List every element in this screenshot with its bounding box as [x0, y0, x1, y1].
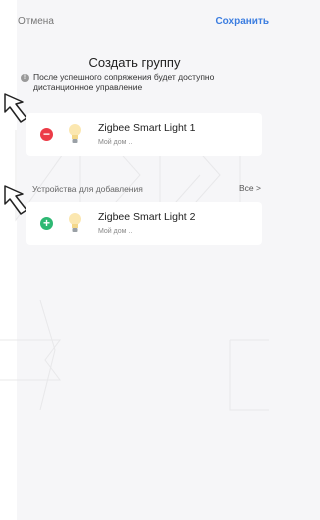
info-notice: ! После успешного сопряжения будет досту… — [21, 72, 257, 92]
create-group-screen: Отмена Сохранить Создать группу ! После … — [0, 0, 269, 520]
available-devices-label: Устройства для добавления — [32, 184, 143, 194]
group-device-card: − Zigbee Smart Light 1 Мой дом .. — [26, 113, 262, 156]
light-bulb-icon — [69, 124, 81, 143]
remove-device-button[interactable]: − — [40, 128, 53, 141]
page-title: Создать группу — [88, 55, 181, 70]
top-bar: Отмена Сохранить — [0, 0, 269, 40]
show-all-link[interactable]: Все > — [239, 183, 261, 193]
device-location: Мой дом .. — [98, 228, 133, 235]
info-text: После успешного сопряжения будет доступн… — [33, 72, 215, 92]
available-device-card: + Zigbee Smart Light 2 Мой дом .. — [26, 202, 262, 245]
device-location: Мой дом .. — [98, 139, 133, 146]
save-button[interactable]: Сохранить — [215, 16, 269, 27]
device-name: Zigbee Smart Light 1 — [98, 122, 196, 134]
cancel-button[interactable]: Отмена — [18, 16, 54, 27]
info-icon: ! — [21, 74, 29, 82]
device-name: Zigbee Smart Light 2 — [98, 211, 196, 223]
add-device-button[interactable]: + — [40, 217, 53, 230]
light-bulb-icon — [69, 213, 81, 232]
